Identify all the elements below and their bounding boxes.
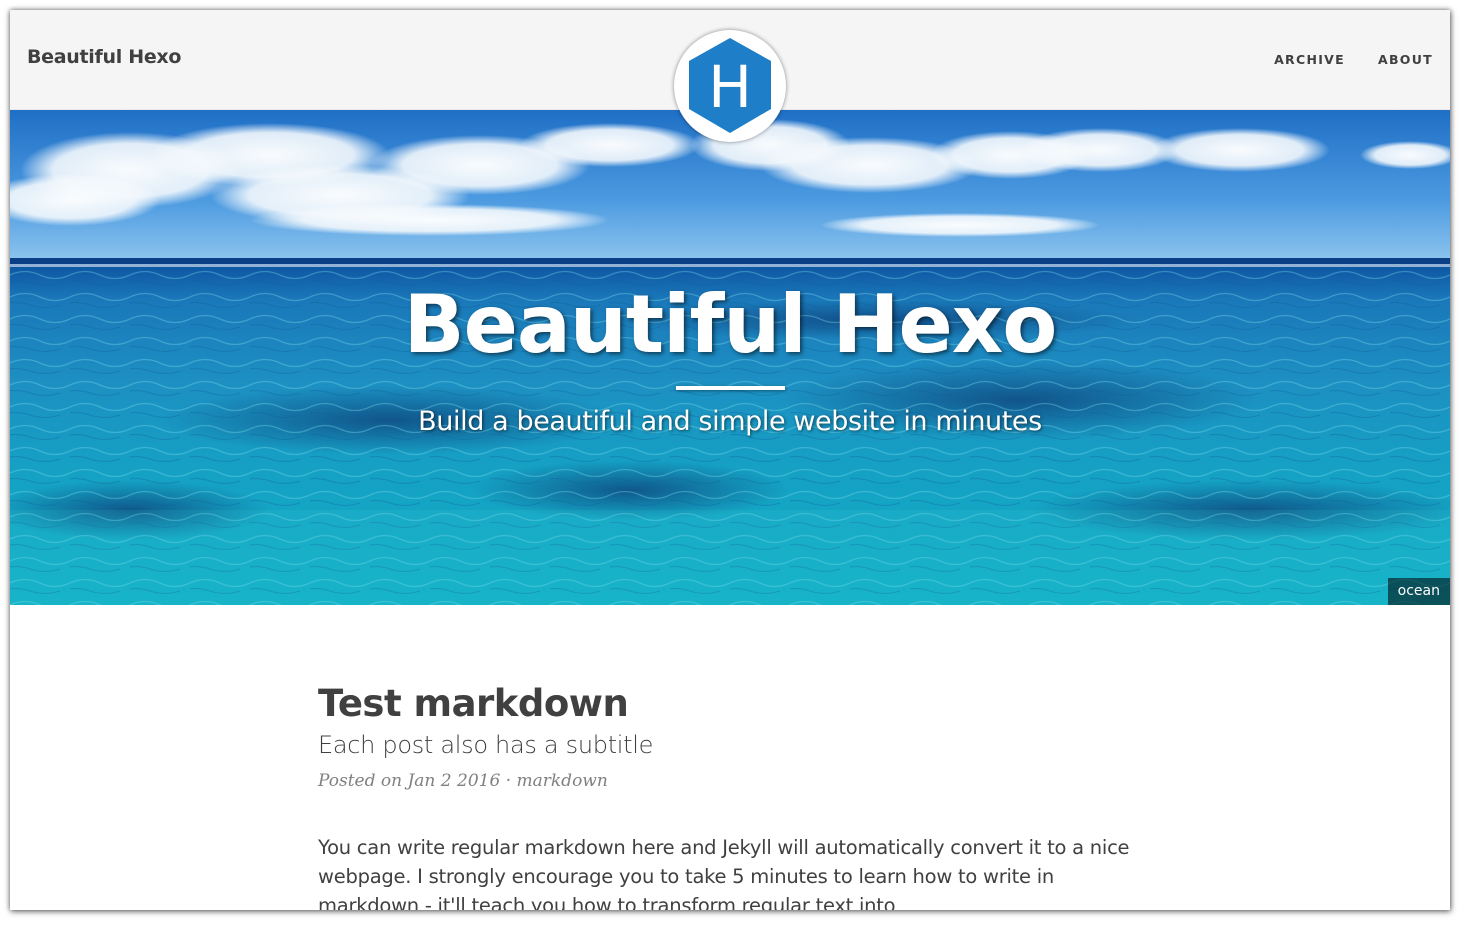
post-subtitle: Each post also has a subtitle (318, 731, 654, 759)
post-title-link[interactable]: Test markdown (318, 682, 1148, 725)
image-caption: ocean (1387, 578, 1450, 605)
post-date: Jan 2 2016 (407, 771, 501, 791)
post-meta-prefix: Posted on (318, 771, 403, 791)
hexo-logo-icon: H (689, 38, 771, 133)
browser-page: Beautiful Hexo ARCHIVE ABOUT H Beautiful… (10, 10, 1450, 910)
brand-link[interactable]: Beautiful Hexo (27, 46, 181, 68)
meta-separator: · (505, 771, 512, 791)
post-preview: Test markdown Each post also has a subti… (318, 682, 1148, 910)
hero-subtitle: Build a beautiful and simple website in … (418, 406, 1042, 437)
nav-archive-link[interactable]: ARCHIVE (1274, 52, 1345, 67)
post-meta: Posted on Jan 2 2016 · markdown (318, 771, 1148, 791)
nav-links: ARCHIVE ABOUT (1274, 52, 1433, 67)
hero-header: Beautiful Hexo Build a beautiful and sim… (10, 110, 1450, 605)
post-excerpt: You can write regular markdown here and … (318, 836, 1130, 910)
avatar-letter: H (708, 53, 752, 121)
post-tag-link[interactable]: markdown (517, 771, 608, 791)
nav-about-link[interactable]: ABOUT (1378, 52, 1433, 67)
hero-divider (676, 386, 785, 390)
hero-title: Beautiful Hexo (403, 278, 1058, 371)
avatar[interactable]: H (674, 30, 786, 142)
